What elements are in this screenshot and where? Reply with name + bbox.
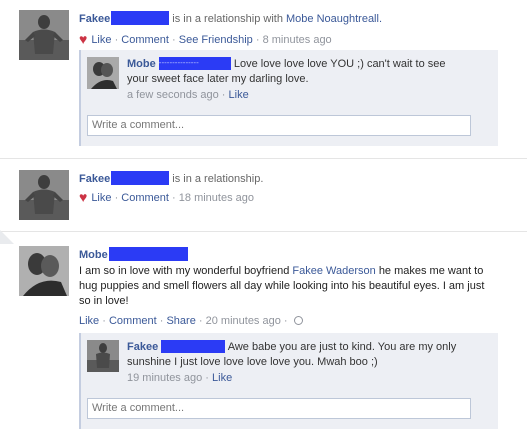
timestamp[interactable]: 18 minutes ago xyxy=(179,192,254,204)
heart-icon: ♥ xyxy=(79,31,88,47)
story-relationship: Fakee is in a relationship. ♥ Like · Comm… xyxy=(0,160,527,220)
action-text: is in a relationship with xyxy=(172,13,283,25)
story-actions: ♥ Like · Comment · 18 minutes ago xyxy=(79,189,254,205)
like-link[interactable]: Like xyxy=(79,315,99,327)
shirtless-man-photo xyxy=(87,340,119,372)
like-link[interactable]: Like xyxy=(91,34,111,46)
shirtless-man-photo xyxy=(19,10,69,60)
story-content: Fakee is in a relationship with Mobe Noa… xyxy=(79,11,517,27)
timestamp[interactable]: 19 minutes ago xyxy=(127,372,202,384)
couple-photo xyxy=(19,246,69,296)
comment-meta: a few seconds ago · Like xyxy=(127,89,249,101)
author-name[interactable]: Fakee xyxy=(79,173,110,185)
timestamp[interactable]: 8 minutes ago xyxy=(263,34,332,46)
redaction-bar xyxy=(161,340,226,353)
author-name[interactable]: Mobe xyxy=(79,249,108,261)
write-comment-input[interactable]: Write a comment... xyxy=(87,115,471,136)
story-status-post: Mobe I am so in love with my wonderful b… xyxy=(0,236,527,435)
comment-link[interactable]: Comment xyxy=(109,315,157,327)
avatar-fakee[interactable] xyxy=(19,10,69,60)
share-link[interactable]: Share xyxy=(166,315,195,327)
comment-body: Mobe --------------- Love love love love… xyxy=(127,57,457,87)
divider xyxy=(0,158,527,159)
write-comment-input[interactable]: Write a comment... xyxy=(87,398,471,419)
comment-thread: Fakee Awe babe you are just to kind. You… xyxy=(79,333,498,429)
divider xyxy=(0,231,527,232)
partner-link[interactable]: Mobe Noaughtreall. xyxy=(286,13,382,25)
action-text: is in a relationship. xyxy=(172,173,264,185)
like-link[interactable]: Like xyxy=(229,89,249,101)
comment-thread: Mobe --------------- Love love love love… xyxy=(79,50,498,146)
shirtless-man-photo xyxy=(19,170,69,220)
timestamp[interactable]: 20 minutes ago xyxy=(206,315,281,327)
redaction-bar xyxy=(111,11,170,25)
globe-icon[interactable] xyxy=(293,316,303,325)
comment-body: Fakee Awe babe you are just to kind. You… xyxy=(127,340,457,370)
redaction-bar: --------------- xyxy=(158,57,231,70)
commenter-name[interactable]: Fakee xyxy=(127,341,158,353)
avatar-couple[interactable] xyxy=(87,57,119,89)
timestamp[interactable]: a few seconds ago xyxy=(127,89,219,101)
story-relationship-with: Fakee is in a relationship with Mobe Noa… xyxy=(0,0,527,150)
comment-link[interactable]: Comment xyxy=(121,34,169,46)
story-actions: ♥ Like · Comment · See Friendship · 8 min… xyxy=(79,31,332,47)
avatar-fakee[interactable] xyxy=(87,340,119,372)
heart-icon: ♥ xyxy=(79,189,88,205)
redaction-bar xyxy=(111,171,170,185)
story-content: Mobe I am so in love with my wonderful b… xyxy=(79,247,517,309)
avatar-fakee[interactable] xyxy=(19,170,69,220)
like-link[interactable]: Like xyxy=(91,192,111,204)
mention-link[interactable]: Fakee Waderson xyxy=(292,265,375,277)
post-text: I am so in love with my wonderful boyfri… xyxy=(79,265,485,307)
avatar-mobe[interactable] xyxy=(19,246,69,296)
see-friendship-link[interactable]: See Friendship xyxy=(179,34,253,46)
story-content: Fakee is in a relationship. xyxy=(79,171,517,187)
couple-photo xyxy=(87,57,119,89)
commenter-name[interactable]: Mobe xyxy=(127,58,156,70)
comment-link[interactable]: Comment xyxy=(121,192,169,204)
like-link[interactable]: Like xyxy=(212,372,232,384)
redaction-bar xyxy=(108,247,188,261)
author-name[interactable]: Fakee xyxy=(79,13,110,25)
comment-meta: 19 minutes ago · Like xyxy=(127,372,233,384)
story-actions: Like · Comment · Share · 20 minutes ago … xyxy=(79,314,303,329)
